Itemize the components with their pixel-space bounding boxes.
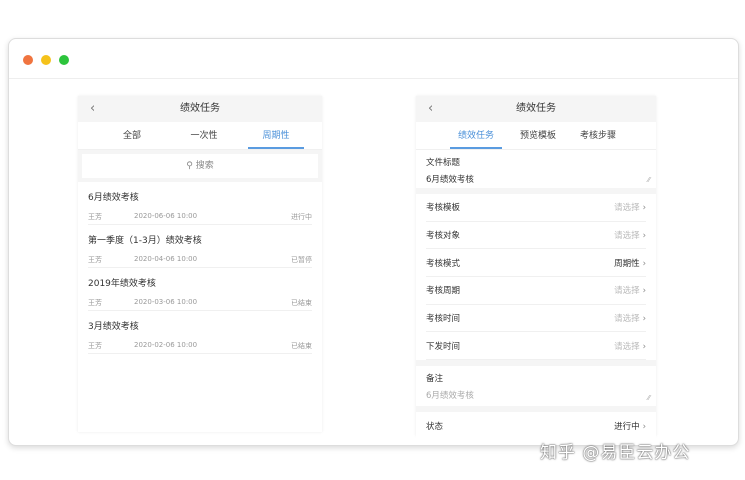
form-tabs: 绩效任务 预览模板 考核步骤	[416, 122, 656, 150]
search-icon: ⚲	[186, 161, 196, 171]
chevron-right-icon: ›	[642, 286, 646, 297]
task-title: 2019年绩效考核	[88, 279, 156, 289]
field-label: 备注	[426, 374, 444, 385]
task-owner: 王芳	[88, 256, 102, 264]
search-bar: ⚲ 搜索	[78, 150, 322, 182]
tab-one-time[interactable]: 一次性	[168, 122, 240, 149]
watermark: 知乎 @易臣云办公	[540, 443, 691, 463]
title-bar	[9, 39, 738, 79]
form-row[interactable]: 考核模式 周期性 ›	[426, 249, 646, 278]
page-title: 绩效任务	[516, 103, 556, 114]
form-row[interactable]: 下发时间 请选择 ›	[426, 332, 646, 361]
back-icon[interactable]: ‹	[90, 96, 95, 122]
row-value: 周期性	[614, 258, 640, 269]
page-title: 绩效任务	[180, 103, 220, 114]
task-list-item[interactable]: 2019年绩效考核 王芳 2020-03-06 10:00 已结束	[88, 268, 312, 311]
task-date: 2020-06-06 10:00	[134, 212, 198, 220]
header: ‹ 绩效任务	[78, 96, 322, 122]
status-row[interactable]: 状态 进行中 ›	[426, 412, 646, 440]
chevron-right-icon: ›	[642, 341, 646, 352]
back-icon[interactable]: ‹	[428, 96, 433, 122]
chevron-right-icon: ›	[642, 421, 646, 432]
header: ‹ 绩效任务	[416, 96, 656, 122]
task-title: 6月绩效考核	[88, 193, 139, 203]
close-dot[interactable]	[23, 55, 33, 65]
chevron-right-icon: ›	[642, 314, 646, 325]
form-row[interactable]: 考核时间 请选择 ›	[426, 305, 646, 333]
task-list-item[interactable]: 3月绩效考核 王芳 2020-02-06 10:00 已结束	[88, 311, 312, 354]
tab-steps[interactable]: 考核步骤	[568, 122, 628, 149]
task-form-screen: ‹ 绩效任务 绩效任务 预览模板 考核步骤 文件标题 6月绩效考核 ⁄⁄ 考核模…	[416, 96, 656, 440]
row-label: 考核对象	[426, 231, 461, 242]
task-status: 进行中	[291, 213, 312, 221]
task-status: 已结束	[291, 342, 312, 350]
task-owner: 王芳	[88, 299, 102, 307]
row-label: 下发时间	[426, 341, 461, 352]
form-row[interactable]: 考核对象 请选择 ›	[426, 222, 646, 250]
maximize-dot[interactable]	[59, 55, 69, 65]
row-value: 请选择	[614, 231, 640, 242]
search-input[interactable]: ⚲ 搜索	[82, 154, 318, 178]
row-value: 请选择	[614, 203, 640, 214]
task-owner: 王芳	[88, 342, 102, 350]
row-label: 考核模板	[426, 203, 461, 214]
row-label: 状态	[426, 421, 444, 432]
field-placeholder: 6月绩效考核	[426, 391, 474, 402]
row-value: 请选择	[614, 286, 640, 297]
file-title-field[interactable]: 文件标题 6月绩效考核 ⁄⁄	[416, 150, 656, 188]
field-label: 文件标题	[426, 158, 461, 168]
task-owner: 王芳	[88, 213, 102, 221]
chevron-right-icon: ›	[642, 258, 646, 269]
tab-periodic[interactable]: 周期性	[248, 122, 304, 149]
row-value: 请选择	[614, 341, 640, 352]
task-title: 3月绩效考核	[88, 322, 139, 332]
tab-preview-template[interactable]: 预览模板	[508, 122, 568, 149]
task-date: 2020-04-06 10:00	[134, 255, 198, 263]
resize-icon[interactable]: ⁄⁄	[648, 176, 650, 184]
task-status: 已结束	[291, 299, 312, 307]
task-list-screen: ‹ 绩效任务 全部 一次性 周期性 ⚲ 搜索 6月绩效考核 王芳 2020-06-…	[78, 96, 322, 432]
row-label: 考核模式	[426, 258, 461, 269]
form-row[interactable]: 考核模板 请选择 ›	[426, 194, 646, 222]
form-row[interactable]: 考核周期 请选择 ›	[426, 277, 646, 305]
tab-task[interactable]: 绩效任务	[450, 122, 502, 149]
search-placeholder: 搜索	[195, 161, 214, 171]
chevron-right-icon: ›	[642, 203, 646, 214]
chevron-right-icon: ›	[642, 231, 646, 242]
minimize-dot[interactable]	[41, 55, 51, 65]
filter-tabs: 全部 一次性 周期性	[78, 122, 322, 150]
resize-icon[interactable]: ⁄⁄	[648, 394, 650, 402]
task-title: 第一季度（1-3月）绩效考核	[88, 236, 202, 246]
task-list-item[interactable]: 6月绩效考核 王芳 2020-06-06 10:00 进行中	[88, 182, 312, 225]
task-date: 2020-02-06 10:00	[134, 341, 198, 349]
row-value: 进行中	[614, 421, 640, 432]
task-status: 已暂停	[291, 256, 312, 264]
notes-field[interactable]: 备注 6月绩效考核 ⁄⁄	[416, 366, 656, 407]
row-label: 考核时间	[426, 314, 461, 325]
task-list-item[interactable]: 第一季度（1-3月）绩效考核 王芳 2020-04-06 10:00 已暂停	[88, 225, 312, 268]
field-value: 6月绩效考核	[426, 175, 474, 185]
task-date: 2020-03-06 10:00	[134, 298, 198, 306]
tab-all[interactable]: 全部	[96, 122, 168, 149]
row-label: 考核周期	[426, 286, 461, 297]
row-value: 请选择	[614, 314, 640, 325]
